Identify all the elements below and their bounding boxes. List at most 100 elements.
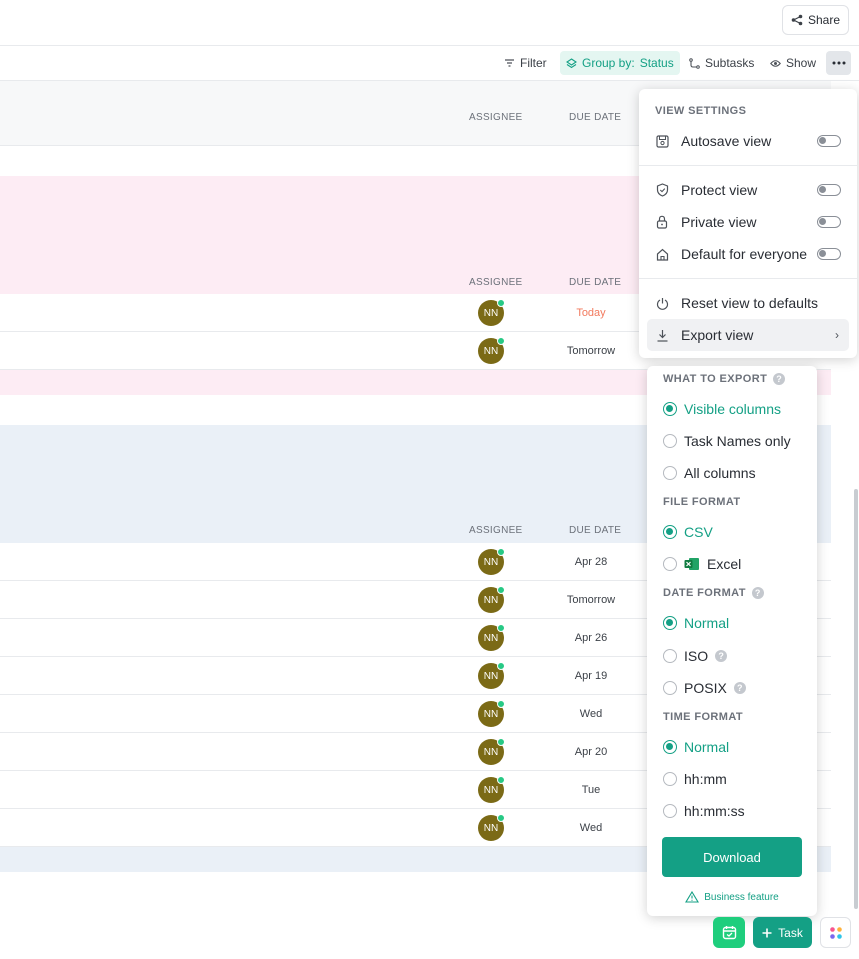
- avatar[interactable]: NN: [478, 662, 505, 689]
- radio-selected[interactable]: [663, 525, 677, 539]
- more-options-button[interactable]: [826, 51, 851, 75]
- time-format-title: TIME FORMAT: [663, 711, 743, 723]
- lock-icon: [649, 215, 675, 229]
- reset-view-item[interactable]: Reset view to defaults: [647, 287, 849, 319]
- hhmmss-option[interactable]: hh:mm:ss: [663, 800, 745, 822]
- radio[interactable]: [663, 649, 677, 663]
- view-settings-menu: VIEW SETTINGS Autosave view Protect view…: [639, 89, 857, 358]
- avatar[interactable]: NN: [478, 337, 505, 364]
- subtasks-button[interactable]: Subtasks: [683, 51, 760, 75]
- help-icon[interactable]: ?: [733, 682, 746, 694]
- protect-view-label: Protect view: [681, 182, 758, 198]
- avatar[interactable]: NN: [478, 548, 505, 575]
- show-button[interactable]: Show: [764, 51, 822, 75]
- excel-icon: [684, 558, 699, 570]
- iso-option[interactable]: ISO ?: [663, 645, 728, 667]
- group-by-button[interactable]: Group by: Status: [560, 51, 680, 75]
- chevron-right-icon: ›: [835, 328, 839, 342]
- csv-option[interactable]: CSV: [663, 521, 713, 543]
- online-dot: [497, 662, 505, 670]
- date-normal-option[interactable]: Normal: [663, 612, 729, 634]
- file-format-section: FILE FORMAT: [663, 496, 741, 508]
- due-date[interactable]: Tomorrow: [551, 594, 631, 606]
- avatar[interactable]: NN: [478, 738, 505, 765]
- default-everyone-item[interactable]: Default for everyone: [647, 238, 849, 270]
- hhmmss-label: hh:mm:ss: [684, 803, 745, 819]
- posix-option[interactable]: POSIX ?: [663, 677, 746, 699]
- autosave-toggle[interactable]: [817, 135, 841, 147]
- due-date[interactable]: Wed: [551, 708, 631, 720]
- help-icon[interactable]: ?: [773, 373, 786, 385]
- view-toolbar: Filter Group by: Status Subtasks Show: [0, 46, 859, 81]
- avatar[interactable]: NN: [478, 624, 505, 651]
- time-format-section: TIME FORMAT: [663, 711, 743, 723]
- date-format-title: DATE FORMAT: [663, 587, 746, 599]
- due-date[interactable]: Apr 28: [551, 556, 631, 568]
- add-task-label: Task: [778, 925, 803, 940]
- protect-toggle[interactable]: [817, 184, 841, 196]
- eye-icon: [770, 59, 781, 67]
- radio-selected[interactable]: [663, 402, 677, 416]
- radio-selected[interactable]: [663, 740, 677, 754]
- calendar-button[interactable]: [713, 917, 745, 948]
- excel-option[interactable]: Excel: [663, 553, 741, 575]
- plus-icon: [762, 928, 772, 937]
- radio[interactable]: [663, 557, 677, 571]
- radio[interactable]: [663, 804, 677, 818]
- radio[interactable]: [663, 466, 677, 480]
- column-header-due-date[interactable]: DUE DATE: [569, 525, 621, 536]
- due-date[interactable]: Tue: [551, 784, 631, 796]
- avatar[interactable]: NN: [478, 299, 505, 326]
- avatar[interactable]: NN: [478, 700, 505, 727]
- due-date[interactable]: Tomorrow: [551, 345, 631, 357]
- column-header-assignee[interactable]: ASSIGNEE: [469, 112, 523, 123]
- download-button[interactable]: Download: [662, 837, 802, 877]
- due-date[interactable]: Apr 19: [551, 670, 631, 682]
- column-header-due-date[interactable]: DUE DATE: [569, 277, 621, 288]
- time-normal-option[interactable]: Normal: [663, 736, 729, 758]
- private-toggle[interactable]: [817, 216, 841, 228]
- default-everyone-toggle[interactable]: [817, 248, 841, 260]
- csv-label: CSV: [684, 524, 713, 540]
- help-icon[interactable]: ?: [715, 650, 728, 662]
- protect-view-item[interactable]: Protect view: [647, 174, 849, 206]
- avatar[interactable]: NN: [478, 776, 505, 803]
- due-date[interactable]: Wed: [551, 822, 631, 834]
- online-dot: [497, 299, 505, 307]
- hhmm-option[interactable]: hh:mm: [663, 768, 727, 790]
- online-dot: [497, 624, 505, 632]
- task-names-option[interactable]: Task Names only: [663, 430, 791, 452]
- online-dot: [497, 814, 505, 822]
- avatar[interactable]: NN: [478, 814, 505, 841]
- add-task-button[interactable]: Task: [753, 917, 812, 948]
- excel-label: Excel: [707, 556, 742, 572]
- visible-columns-option[interactable]: Visible columns: [663, 398, 781, 420]
- calendar-icon: [722, 926, 736, 940]
- help-icon[interactable]: ?: [751, 587, 764, 599]
- business-feature-note[interactable]: Business feature: [647, 891, 817, 903]
- autosave-view-item[interactable]: Autosave view: [647, 125, 849, 157]
- radio[interactable]: [663, 681, 677, 695]
- save-icon: [649, 134, 675, 148]
- scrollbar-thumb[interactable]: [854, 489, 858, 909]
- avatar[interactable]: NN: [478, 586, 505, 613]
- radio-selected[interactable]: [663, 616, 677, 630]
- apps-button[interactable]: [820, 917, 851, 948]
- all-columns-option[interactable]: All columns: [663, 462, 756, 484]
- due-date[interactable]: Apr 26: [551, 632, 631, 644]
- column-header-assignee[interactable]: ASSIGNEE: [469, 277, 523, 288]
- export-view-item[interactable]: Export view ›: [647, 319, 849, 351]
- radio[interactable]: [663, 772, 677, 786]
- due-date[interactable]: Apr 20: [551, 746, 631, 758]
- online-dot: [497, 738, 505, 746]
- column-header-assignee[interactable]: ASSIGNEE: [469, 525, 523, 536]
- share-button[interactable]: Share: [781, 5, 849, 35]
- filter-button[interactable]: Filter: [498, 51, 553, 75]
- column-header-due-date[interactable]: DUE DATE: [569, 112, 621, 123]
- radio[interactable]: [663, 434, 677, 448]
- private-view-label: Private view: [681, 214, 757, 230]
- due-date[interactable]: Today: [551, 307, 631, 319]
- iso-label: ISO: [684, 648, 709, 664]
- private-view-item[interactable]: Private view: [647, 206, 849, 238]
- hhmm-label: hh:mm: [684, 771, 727, 787]
